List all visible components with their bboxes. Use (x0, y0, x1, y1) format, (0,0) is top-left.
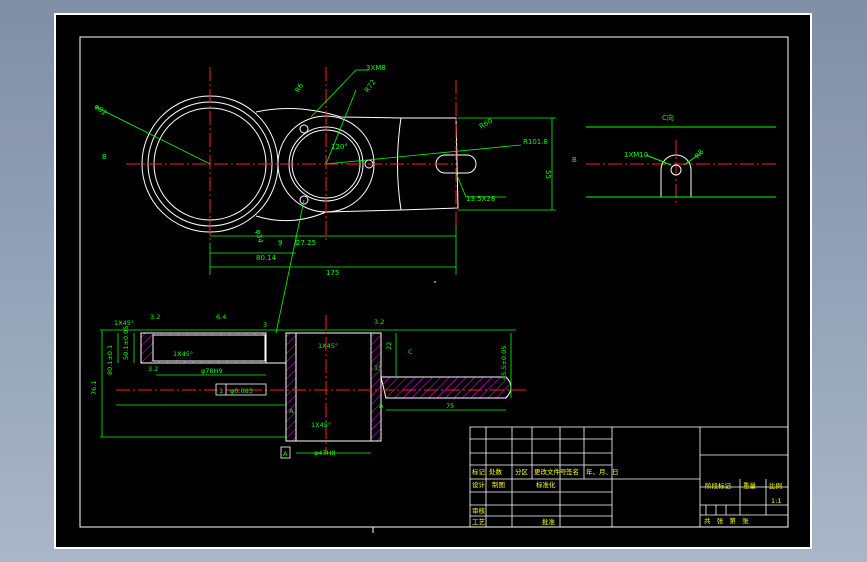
top-view-labels: B B 3XM8 R72 R60 120° R101.8 13.5X28 9 2… (93, 64, 577, 277)
dim-22: 22 (385, 342, 393, 350)
cad-drawing: B B 3XM8 R72 R60 120° R101.8 13.5X28 9 2… (79, 36, 789, 533)
chamfer-callout: R72 (363, 78, 377, 94)
arc-callout: R60 (478, 117, 494, 131)
tb-standardize: 标准化 (536, 480, 556, 489)
tail-plate (397, 117, 459, 211)
angle-callout: 120° (331, 143, 348, 151)
slot-callout: 13.5X28 (466, 195, 495, 203)
tolerance-datum: A (283, 450, 288, 458)
dim-3: 3 (263, 321, 267, 329)
tb-row-label-6: 年、月、日 (586, 467, 619, 476)
chamfer-3: 1X45° (318, 342, 338, 350)
tb-review: 审核 (472, 506, 486, 515)
tb-stage-mark: 阶段标记 (705, 481, 732, 490)
arm-lower (255, 209, 402, 222)
arm-upper (255, 107, 402, 119)
dim-55: 55 (544, 170, 552, 179)
leader-bottom: φ34 (254, 229, 264, 244)
roughness-2: 6.4 (216, 313, 226, 321)
tolerance-frame (215, 383, 291, 459)
tb-approve: 批准 (542, 517, 556, 526)
roughness-4: 3.2 (148, 365, 158, 373)
dim-27-25: 27.25 (296, 239, 316, 247)
section-mark-right: B (572, 156, 577, 164)
section-c: C (408, 348, 413, 356)
chamfer-2: 1X45° (173, 350, 193, 358)
datum-a: A (379, 402, 384, 410)
section-mark-left: B (102, 153, 107, 161)
tb-row-label-4: 更改文件号 (534, 467, 567, 476)
chamfer-4: 1X45° (311, 421, 331, 429)
tb-scale-label: 比例 (769, 481, 782, 490)
left-dim-1: 80.1±0.1 (106, 345, 114, 375)
tb-row-label-1: 标记 (472, 467, 486, 476)
dim-15: 15 (374, 364, 382, 372)
right-dim: 45.5±0.05 (500, 346, 508, 380)
diameter-main: φ78H9 (201, 367, 223, 375)
leader-left: φ82 (93, 102, 109, 117)
tb-sheets: 共 张 第 张 (704, 516, 749, 525)
dim-175: 175 (326, 269, 339, 277)
view-c-title: C向 (662, 113, 674, 122)
title-block-text: 标记 处数 分区 更改文件号 签名 年、月、日 设计 制图 标准化 审核 工艺 … (472, 467, 782, 526)
bolt-hole-1 (299, 124, 309, 134)
fillet-callout: R8 (693, 148, 705, 160)
dim-75: 75 (446, 402, 454, 410)
tb-weight: 重量 (743, 482, 757, 490)
hole-callout: 3XM8 (366, 64, 386, 72)
dim-80-14: 80.14 (256, 254, 277, 262)
dim-9: 9 (278, 239, 282, 247)
tb-row-label-5: 签名 (566, 467, 579, 476)
tb-drafter: 制图 (492, 480, 505, 489)
drawing-sheet: B B 3XM8 R72 R60 120° R101.8 13.5X28 9 2… (54, 13, 812, 549)
view-c (586, 126, 776, 198)
radius-callout: R101.8 (523, 138, 548, 146)
tb-scale-value: 1:1 (771, 497, 781, 505)
diameter-bottom: φ47H8 (314, 449, 336, 457)
tb-row-label-2: 处数 (489, 467, 503, 476)
tb-process: 工艺 (472, 518, 486, 526)
tb-row-label-3: 分区 (515, 467, 529, 476)
tolerance-frame-value: φ0.083 (230, 387, 253, 395)
ref-a: A (289, 407, 294, 415)
right-arm (380, 376, 512, 399)
roughness-1: 3.2 (150, 313, 160, 321)
r-small: R6 (294, 81, 306, 94)
tolerance-frame-1: 1 (219, 387, 223, 395)
dim-76-1: 76.1 (90, 381, 98, 395)
title-block (469, 426, 789, 528)
thread-callout: 1XM10 (624, 151, 648, 159)
left-bore (152, 334, 266, 362)
left-dim-2: 50.1±0.05 (122, 326, 130, 360)
roughness-3: 3.2 (374, 318, 384, 326)
tb-design: 设计 (472, 480, 486, 489)
